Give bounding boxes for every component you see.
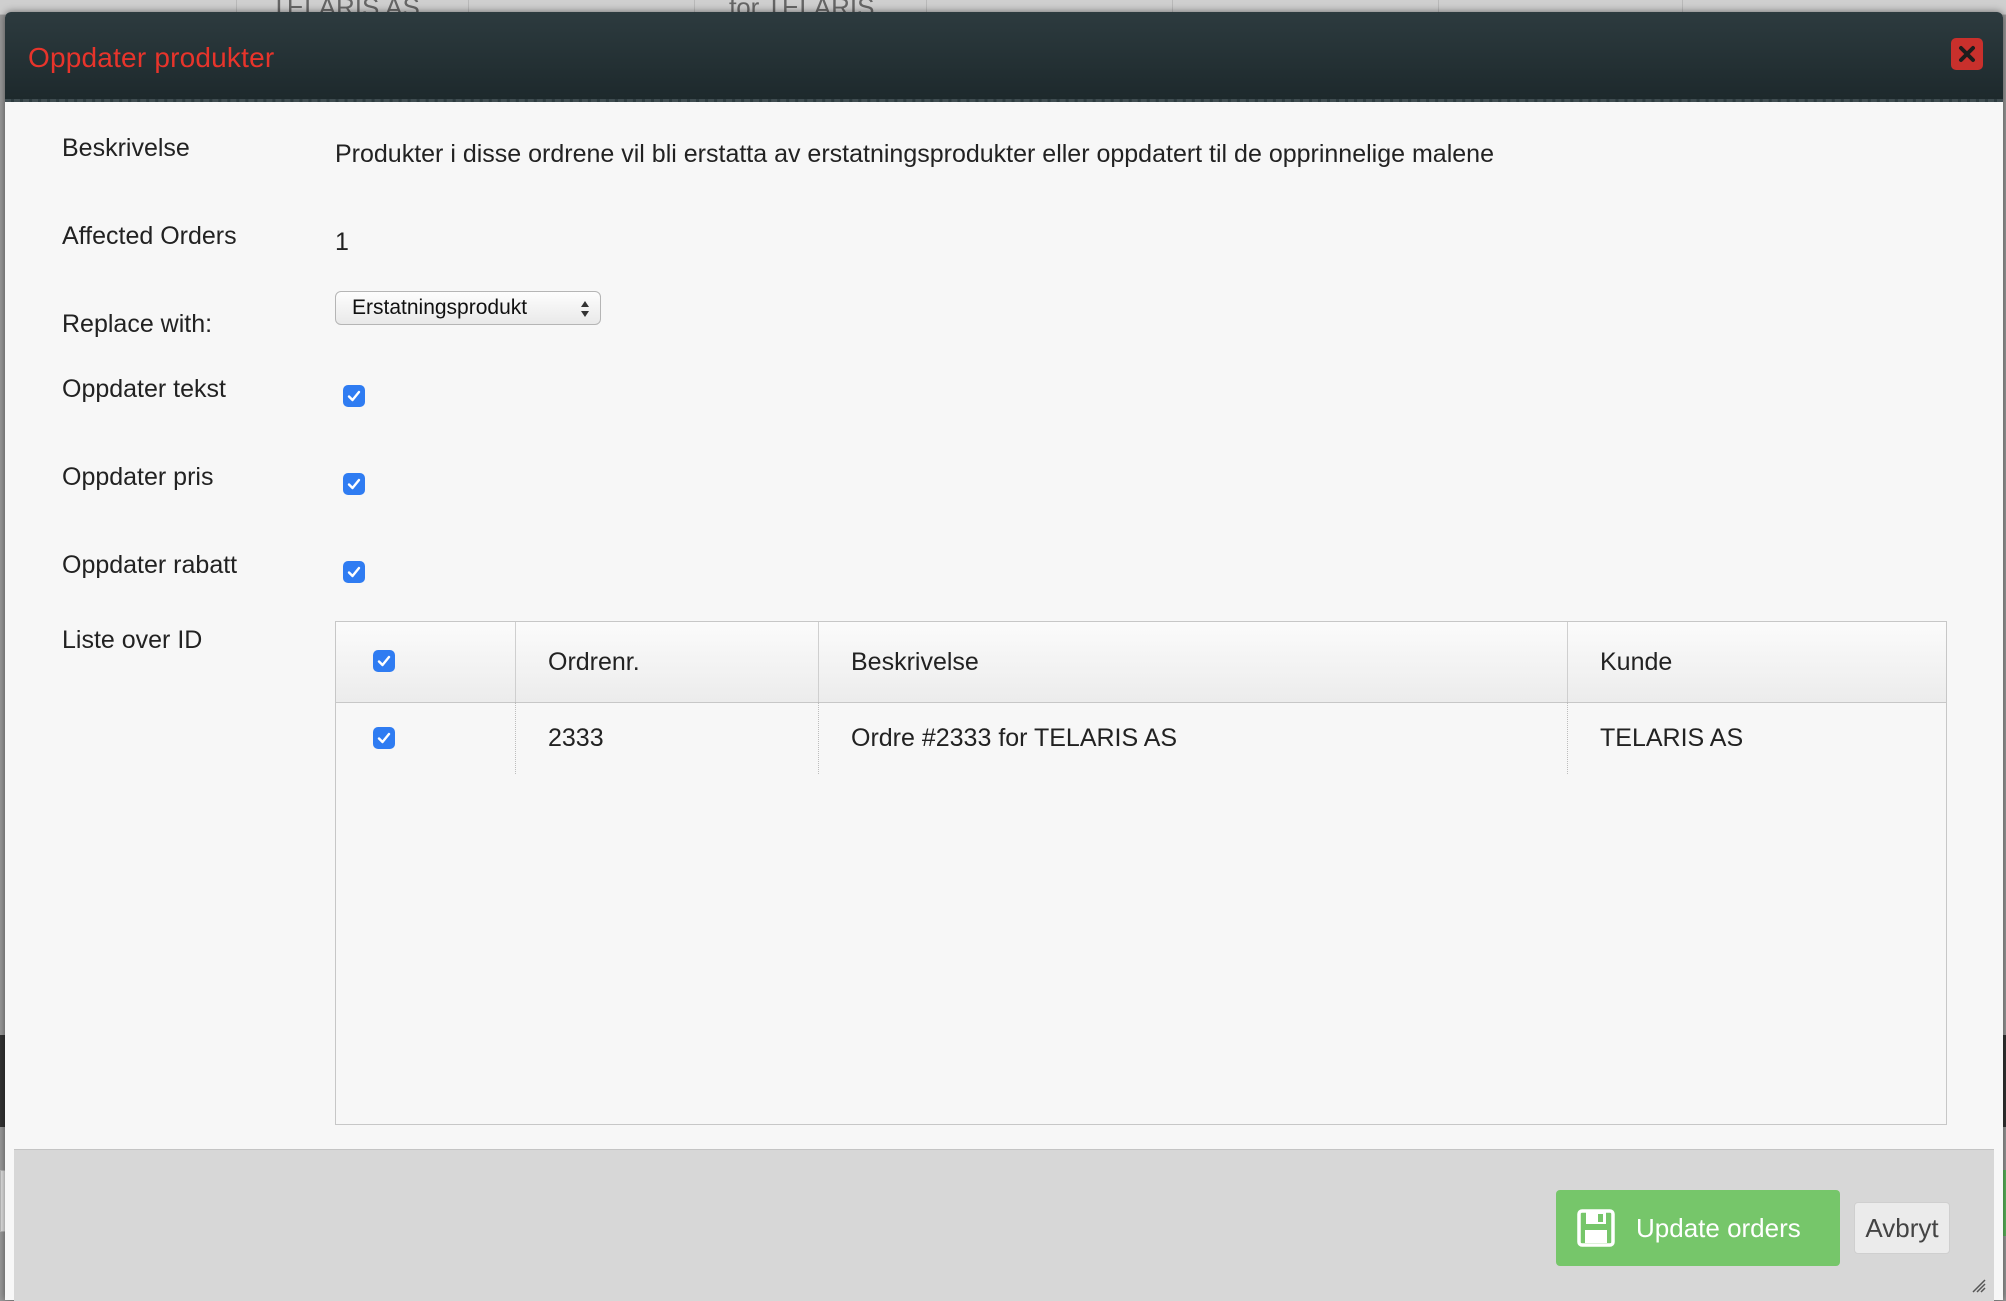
checkmark-icon (347, 390, 361, 402)
update-text-label: Oppdater tekst (62, 375, 226, 403)
update-price-checkbox[interactable] (343, 473, 365, 495)
update-orders-label: Update orders (1636, 1213, 1801, 1243)
orders-grid: Ordrenr. Beskrivelse Kunde 2333 Ordre #2… (335, 621, 1947, 1125)
resize-grip-icon[interactable] (1972, 1279, 1986, 1293)
checkmark-icon (377, 655, 391, 667)
description-label: Beskrivelse (62, 134, 190, 162)
row-checkbox[interactable] (373, 727, 395, 749)
update-orders-button[interactable]: Update orders (1556, 1190, 1840, 1266)
select-arrows-icon (581, 301, 589, 317)
grid-header: Ordrenr. Beskrivelse Kunde (336, 622, 1946, 703)
close-icon (1959, 46, 1975, 62)
update-price-label: Oppdater pris (62, 463, 214, 491)
dialog-titlebar[interactable]: Oppdater produkter (5, 12, 2003, 102)
dialog-body: Beskrivelse Produkter i disse ordrene vi… (14, 102, 1994, 1149)
save-icon (1577, 1209, 1615, 1247)
update-discount-label: Oppdater rabatt (62, 551, 238, 579)
update-text-checkbox[interactable] (343, 385, 365, 407)
replace-with-select[interactable]: Erstatningsprodukt (335, 291, 601, 325)
select-all-checkbox[interactable] (373, 650, 395, 672)
cell-customer: TELARIS AS (1600, 724, 1744, 752)
id-list-label: Liste over ID (62, 626, 203, 654)
close-button[interactable] (1951, 38, 1983, 70)
dialog-title: Oppdater produkter (28, 42, 275, 73)
column-header-customer[interactable]: Kunde (1568, 622, 1946, 702)
column-header-description[interactable]: Beskrivelse (819, 622, 1568, 702)
update-discount-checkbox[interactable] (343, 561, 365, 583)
affected-orders-value: 1 (335, 228, 349, 256)
column-header-order-no[interactable]: Ordrenr. (516, 622, 819, 702)
dialog-footer: Update orders Avbryt (14, 1149, 1994, 1301)
select-all-header (336, 622, 516, 702)
cancel-button[interactable]: Avbryt (1854, 1202, 1950, 1254)
replace-with-label: Replace with: (62, 310, 213, 338)
checkmark-icon (347, 566, 361, 578)
cell-description: Ordre #2333 for TELARIS AS (819, 702, 1568, 774)
cell-order-no: 2333 (516, 702, 819, 774)
affected-orders-label: Affected Orders (62, 222, 237, 250)
description-value: Produkter i disse ordrene vil bli erstat… (335, 140, 1494, 168)
checkmark-icon (347, 478, 361, 490)
update-products-dialog: Oppdater produkter Beskrivelse Produkter… (5, 12, 2003, 1301)
row-select-cell (336, 702, 516, 774)
checkmark-icon (377, 732, 391, 744)
replace-with-selected-value: Erstatningsprodukt (352, 296, 528, 319)
